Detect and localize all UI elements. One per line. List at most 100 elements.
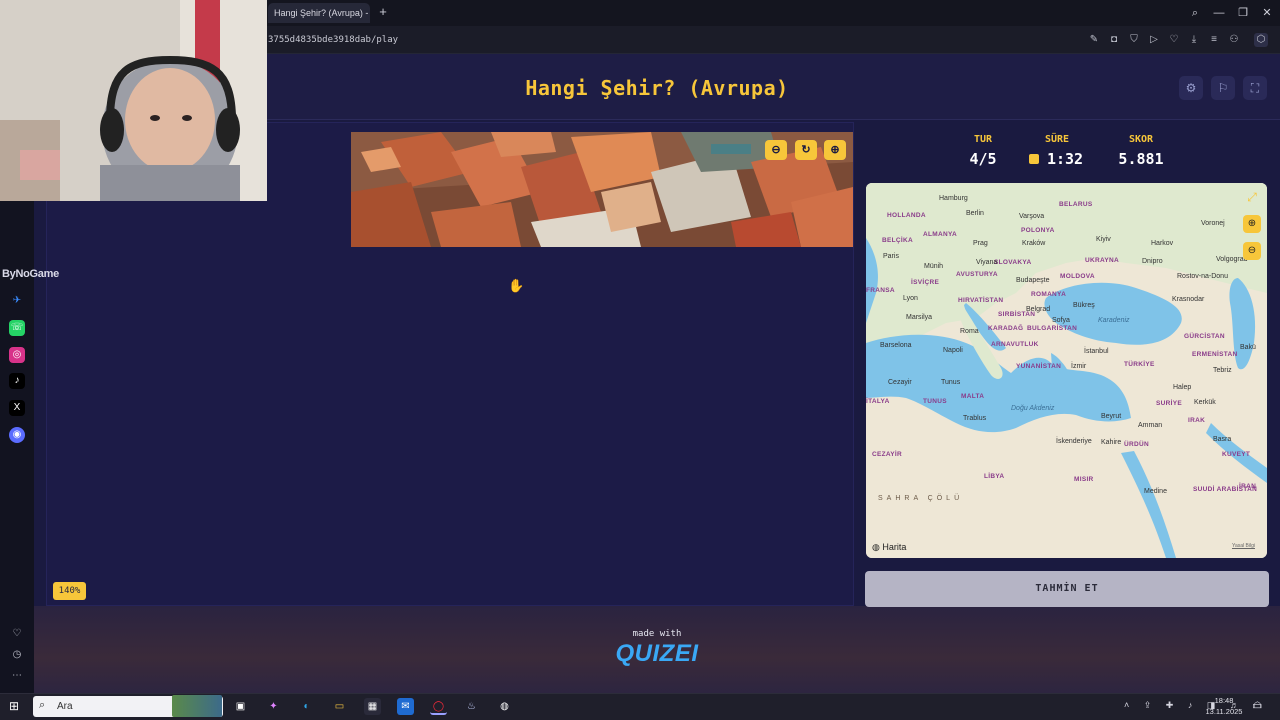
map-city-label: Berlin — [966, 210, 984, 217]
task-view-icon[interactable]: ▣ — [232, 698, 249, 715]
map-city-label: Beyrut — [1101, 413, 1122, 420]
map-city-label: Prag — [973, 240, 988, 247]
shield-icon[interactable]: ⛉ — [1127, 33, 1141, 47]
search-tabs-icon[interactable]: ⌕ — [1187, 5, 1203, 21]
history-icon[interactable]: ◷ — [9, 647, 25, 663]
map-city-label: Kiyiv — [1096, 236, 1111, 243]
zoom-in-photo-button[interactable]: ⊕ — [824, 140, 846, 160]
whatsapp-icon[interactable]: ☏ — [9, 320, 25, 336]
map-city-label: Münih — [924, 263, 944, 270]
bynogame-watermark: ByNoGame — [2, 268, 59, 280]
map-country-label: İRAN — [1239, 483, 1257, 490]
map-city-label: Marsilya — [906, 314, 933, 321]
map-country-label: SLOVAKYA — [994, 259, 1032, 266]
map-country-label: HIRVATİSTAN — [958, 297, 1004, 304]
close-icon[interactable]: ✕ — [1259, 5, 1275, 21]
file-explorer-icon[interactable]: ▭ — [331, 698, 348, 715]
map-zoom-in-button[interactable]: ⊕ — [1243, 215, 1261, 233]
map-city-label: Dnipro — [1142, 258, 1163, 265]
guess-button[interactable]: TAHMİN ET — [865, 571, 1269, 607]
menu-icon[interactable]: ≡ — [1207, 33, 1221, 47]
play-icon[interactable]: ▷ — [1147, 33, 1161, 47]
map-city-label: Rostov-na-Donu — [1177, 273, 1228, 280]
map-country-label: TUNUS — [923, 398, 947, 405]
map-legal-link[interactable]: Yasal Bilgi — [1232, 543, 1255, 549]
store-icon[interactable]: ▦ — [364, 698, 381, 715]
new-tab-icon[interactable]: + — [376, 5, 390, 19]
quizei-logo[interactable]: QUIZEI — [600, 640, 714, 668]
extension-icon[interactable]: ⬡ — [1254, 33, 1268, 47]
messenger-icon[interactable]: ✈ — [9, 293, 25, 309]
obs-icon[interactable]: ◍ — [496, 698, 513, 715]
webcam-overlay — [0, 0, 267, 201]
restore-icon[interactable]: ❐ — [1235, 5, 1251, 21]
map-country-label: AVUSTURYA — [956, 271, 998, 278]
tiktok-icon[interactable]: ♪ — [9, 373, 25, 389]
camera-icon[interactable]: ◘ — [1107, 33, 1121, 47]
more-icon[interactable]: ⋯ — [9, 668, 25, 684]
report-flag-button[interactable]: ⚐ — [1211, 76, 1235, 100]
edit-icon[interactable]: ✎ — [1087, 33, 1101, 47]
search-icon: ⌕ — [39, 699, 46, 711]
made-with-text: made with — [632, 629, 682, 639]
copilot-icon[interactable]: ✦ — [265, 698, 282, 715]
map-city-label: Sofya — [1052, 317, 1070, 324]
map-country-label: IRAK — [1188, 417, 1206, 424]
map-city-label: Amman — [1138, 422, 1163, 429]
map-city-label: Kraków — [1022, 240, 1046, 247]
map-country-label: KARADAĞ — [988, 325, 1024, 332]
map-city-label: Paris — [883, 253, 899, 260]
map-city-label: Bükreş — [1073, 302, 1095, 309]
url-text[interactable]: 3755d4835bde3918dab/play — [268, 35, 398, 45]
map-country-label: UKRAYNA — [1085, 257, 1120, 264]
browser-tab[interactable]: Hangi Şehir? (Avrupa) - Q — [268, 3, 370, 23]
taskbar-clock[interactable]: 18:48 13.11.2025 — [1200, 695, 1248, 717]
settings-button[interactable]: ⚙ — [1179, 76, 1203, 100]
map-zoom-out-button[interactable]: ⊖ — [1243, 242, 1261, 260]
map-city-label: Lyon — [903, 295, 918, 302]
webcam-person-image — [0, 0, 267, 201]
profile-icon[interactable]: ⚇ — [1227, 33, 1241, 47]
fullscreen-button[interactable]: ⛶ — [1243, 76, 1267, 100]
map-city-label: İskenderiye — [1056, 438, 1092, 445]
map-country-label: BULGARİSTAN — [1027, 325, 1078, 332]
windows-start-icon[interactable]: ⊞ — [9, 699, 23, 713]
map-city-label: Medine — [1144, 488, 1167, 495]
edge-icon[interactable]: ◐ — [298, 698, 315, 715]
map-city-label: Budapeşte — [1016, 277, 1050, 284]
map-city-label: İstanbul — [1084, 348, 1109, 355]
outlook-icon[interactable]: ✉ — [397, 698, 414, 715]
widget-thumbnail[interactable] — [172, 695, 222, 717]
notification-icon[interactable]: ▭ — [1252, 699, 1262, 712]
map-city-label: Belgrad — [1026, 306, 1051, 313]
map-city-label: Harkov — [1151, 240, 1174, 247]
steam-icon[interactable]: ♨ — [463, 698, 480, 715]
clock-time: 18:48 — [1214, 696, 1234, 705]
instagram-icon[interactable]: ◎ — [9, 347, 25, 363]
map-country-label: MOLDOVA — [1060, 273, 1095, 280]
map-city-label: Roma — [960, 328, 979, 335]
map-city-label: Trablus — [963, 415, 987, 422]
opera-gx-icon[interactable]: ◯ — [430, 698, 447, 715]
ai-chat-icon[interactable]: ◉ — [9, 427, 25, 443]
x-icon[interactable]: X — [9, 400, 25, 416]
map-city-label: Basra — [1213, 436, 1232, 443]
reset-photo-button[interactable]: ↻ — [795, 140, 817, 160]
map-country-label: İTALYA — [866, 398, 890, 405]
map-city-label: Varşova — [1019, 213, 1045, 220]
map-country-label: MISIR — [1074, 476, 1094, 483]
favorites-icon[interactable]: ♡ — [9, 626, 25, 642]
download-icon[interactable]: ⤓ — [1187, 33, 1201, 47]
map-city-label: Bakü — [1240, 344, 1256, 351]
guess-map[interactable]: HOLLANDA BELÇİKA ALMANYA POLONYA BELARUS… — [866, 183, 1267, 558]
map-expand-icon[interactable]: ⤢ — [1243, 188, 1261, 206]
map-sea-label: Karadeniz — [1098, 317, 1130, 324]
minimize-icon[interactable]: — — [1211, 5, 1227, 21]
map-country-label: İSVİÇRE — [911, 279, 940, 286]
zoom-out-photo-button[interactable]: ⊖ — [765, 140, 787, 160]
map-country-label: HOLLANDA — [887, 212, 926, 219]
map-country-label: ROMANYA — [1031, 291, 1067, 298]
map-city-label: Halep — [1173, 384, 1192, 391]
map-country-label: MALTA — [961, 393, 985, 400]
heart-icon[interactable]: ♡ — [1167, 33, 1181, 47]
